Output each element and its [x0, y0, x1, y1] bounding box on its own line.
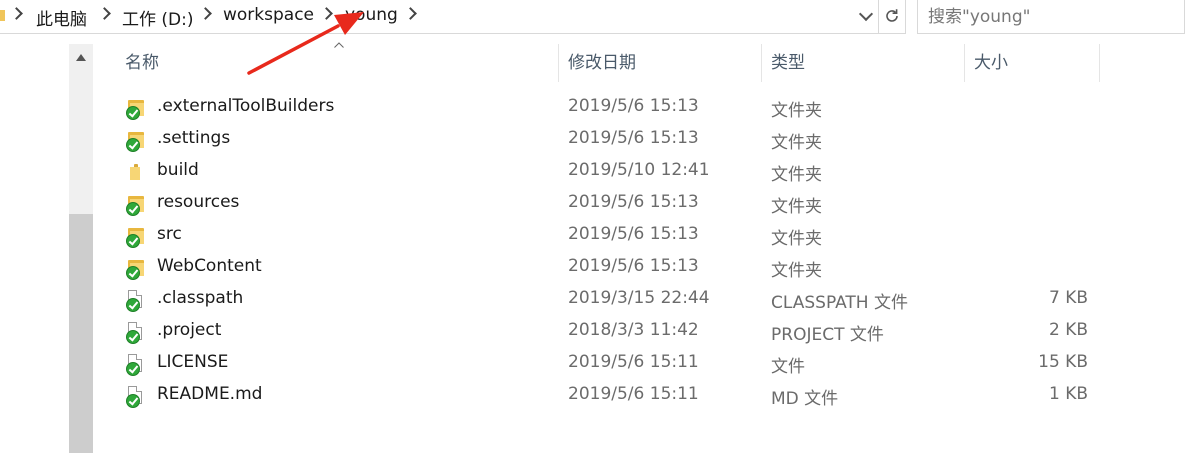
breadcrumb-workspace[interactable]: workspace [223, 5, 314, 25]
file-date: 2019/5/6 15:13 [568, 224, 699, 244]
scroll-up-arrow-icon[interactable] [76, 54, 86, 61]
chevron-right-icon[interactable] [199, 7, 212, 20]
file-row[interactable]: WebContent 2019/5/6 15:13 文件夹 [104, 252, 1104, 284]
file-row[interactable]: .project 2018/3/3 11:42 PROJECT 文件 2 KB [104, 316, 1104, 348]
column-header-type[interactable]: 类型 [771, 44, 805, 82]
search-input[interactable] [928, 2, 1178, 32]
refresh-icon [886, 9, 898, 22]
breadcrumb-this-pc[interactable]: 此电脑 [36, 5, 87, 30]
file-name: src [157, 224, 182, 244]
folder-icon [0, 10, 5, 21]
file-synced-icon [126, 386, 146, 408]
file-row[interactable]: build 2019/5/10 12:41 文件夹 [104, 156, 1104, 188]
file-type: 文件夹 [771, 133, 822, 153]
file-date: 2019/5/6 15:13 [568, 256, 699, 276]
file-name: .project [157, 320, 222, 340]
file-size: 2 KB [1048, 320, 1088, 340]
file-type: 文件夹 [771, 229, 822, 249]
nav-pane-scrollbar[interactable] [69, 44, 93, 453]
file-type: CLASSPATH 文件 [771, 293, 908, 313]
folder-synced-icon [126, 130, 146, 152]
file-date: 2019/5/6 15:13 [568, 96, 699, 116]
search-box[interactable] [917, 0, 1185, 34]
chevron-right-icon[interactable] [404, 7, 417, 20]
breadcrumb-young[interactable]: young [345, 5, 398, 25]
column-header-name[interactable]: 名称 [125, 44, 159, 82]
file-size: 15 KB [1038, 352, 1088, 372]
column-header-size[interactable]: 大小 [974, 44, 1008, 82]
folder-synced-icon [126, 194, 146, 216]
chevron-right-icon[interactable] [320, 7, 333, 20]
file-type: 文件夹 [771, 261, 822, 281]
folder-icon [126, 162, 146, 184]
file-row[interactable]: .externalToolBuilders 2019/5/6 15:13 文件夹 [104, 92, 1104, 124]
address-bar[interactable]: 此电脑 工作 (D:) workspace young [0, 0, 906, 34]
file-date: 2019/5/10 12:41 [568, 160, 710, 180]
file-name: .settings [157, 128, 231, 148]
folder-synced-icon [126, 98, 146, 120]
file-type: MD 文件 [771, 389, 839, 409]
chevron-right-icon[interactable] [98, 7, 111, 20]
file-synced-icon [126, 290, 146, 312]
file-type: PROJECT 文件 [771, 325, 884, 345]
file-date: 2019/5/6 15:11 [568, 352, 699, 372]
file-row[interactable]: .settings 2019/5/6 15:13 文件夹 [104, 124, 1104, 156]
file-name: WebContent [157, 256, 262, 276]
file-date: 2019/5/6 15:13 [568, 192, 699, 212]
file-name: LICENSE [157, 352, 229, 372]
file-size: 1 KB [1048, 384, 1088, 404]
scrollbar-thumb[interactable] [69, 214, 93, 453]
file-synced-icon [126, 322, 146, 344]
breadcrumb-drive-d[interactable]: 工作 (D:) [122, 5, 194, 30]
file-row[interactable]: src 2019/5/6 15:13 文件夹 [104, 220, 1104, 252]
sort-ascending-icon [334, 42, 344, 48]
column-header-modified[interactable]: 修改日期 [568, 44, 636, 82]
file-row[interactable]: resources 2019/5/6 15:13 文件夹 [104, 188, 1104, 220]
file-name: README.md [157, 384, 263, 404]
file-type: 文件夹 [771, 165, 822, 185]
column-divider[interactable] [761, 44, 762, 82]
file-row[interactable]: README.md 2019/5/6 15:11 MD 文件 1 KB [104, 380, 1104, 412]
chevron-right-icon[interactable] [10, 7, 23, 20]
file-type: 文件夹 [771, 197, 822, 217]
file-date: 2018/3/3 11:42 [568, 320, 699, 340]
file-type: 文件 [771, 357, 805, 377]
column-divider[interactable] [558, 44, 559, 82]
column-divider[interactable] [1099, 44, 1100, 82]
folder-synced-icon [126, 226, 146, 248]
file-date: 2019/5/6 15:13 [568, 128, 699, 148]
column-divider[interactable] [964, 44, 965, 82]
file-date: 2019/3/15 22:44 [568, 288, 710, 308]
file-row[interactable]: LICENSE 2019/5/6 15:11 文件 15 KB [104, 348, 1104, 380]
file-type: 文件夹 [771, 101, 822, 121]
file-row[interactable]: .classpath 2019/3/15 22:44 CLASSPATH 文件 … [104, 284, 1104, 316]
file-date: 2019/5/6 15:11 [568, 384, 699, 404]
file-name: .classpath [157, 288, 244, 308]
address-dropdown-button[interactable] [857, 6, 877, 26]
file-name: build [157, 160, 199, 180]
file-size: 7 KB [1048, 288, 1088, 308]
file-name: .externalToolBuilders [157, 96, 335, 116]
column-headers: 名称 修改日期 类型 大小 [104, 44, 1104, 82]
folder-synced-icon [126, 258, 146, 280]
file-name: resources [157, 192, 240, 212]
refresh-button[interactable] [878, 0, 905, 33]
file-synced-icon [126, 354, 146, 376]
